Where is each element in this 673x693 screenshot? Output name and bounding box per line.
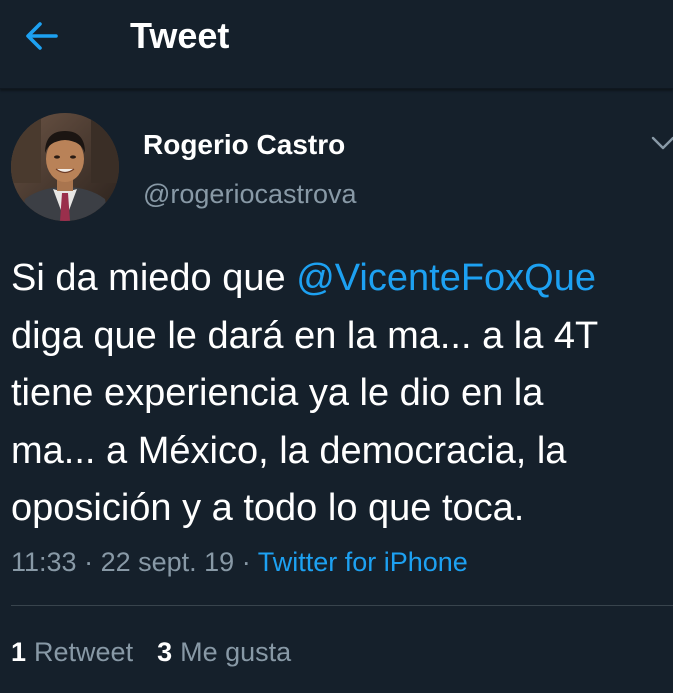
retweet-count: 1 xyxy=(11,637,27,667)
retweet-count-link[interactable]: 1 Retweet xyxy=(11,635,133,669)
tweet-stats: 1 Retweet 3 Me gusta xyxy=(11,635,315,669)
retweet-label: Retweet xyxy=(34,637,134,667)
like-count: 3 xyxy=(157,637,173,667)
tweet-text: Si da miedo que @VicenteFoxQue diga que … xyxy=(11,250,673,538)
tweet-detail-screen: Tweet Rogerio Castro @rogeriocastrova Si… xyxy=(0,0,673,693)
more-options-button[interactable] xyxy=(651,130,673,160)
meta-separator: · xyxy=(241,547,251,577)
tweet-text-segment: Si da miedo que xyxy=(11,257,297,299)
tweet-text-line: tiene experiencia ya le dio en la xyxy=(11,372,544,414)
tweet-time: 11:33 xyxy=(11,547,77,577)
like-count-link[interactable]: 3 Me gusta xyxy=(157,635,291,669)
back-button[interactable] xyxy=(14,10,70,62)
arrow-left-icon xyxy=(26,22,58,50)
tweet-text-line: diga que le dará en la ma... a la 4T xyxy=(11,314,599,357)
tweet-date: 22 sept. 19 xyxy=(100,547,235,577)
meta-separator: · xyxy=(84,547,94,577)
divider xyxy=(11,605,673,606)
mention-link[interactable]: @VicenteFoxQue xyxy=(296,257,596,299)
tweet-source-link[interactable]: Twitter for iPhone xyxy=(258,547,468,577)
avatar[interactable] xyxy=(11,113,119,221)
display-name[interactable]: Rogerio Castro xyxy=(143,127,345,163)
tweet-text-line: Si da miedo que @VicenteFoxQue xyxy=(11,250,673,308)
like-label: Me gusta xyxy=(180,637,292,667)
avatar-image xyxy=(11,113,119,221)
tweet-text-line: ma... a México, la democracia, la xyxy=(11,429,567,472)
chevron-down-icon xyxy=(651,136,673,150)
user-handle[interactable]: @rogeriocastrova xyxy=(143,177,357,211)
page-title: Tweet xyxy=(130,15,230,56)
tweet-text-line: oposición y a todo lo que toca. xyxy=(11,487,525,529)
tweet-meta: 11:33 · 22 sept. 19 · Twitter for iPhone xyxy=(11,545,468,579)
top-app-bar: Tweet xyxy=(0,0,673,89)
